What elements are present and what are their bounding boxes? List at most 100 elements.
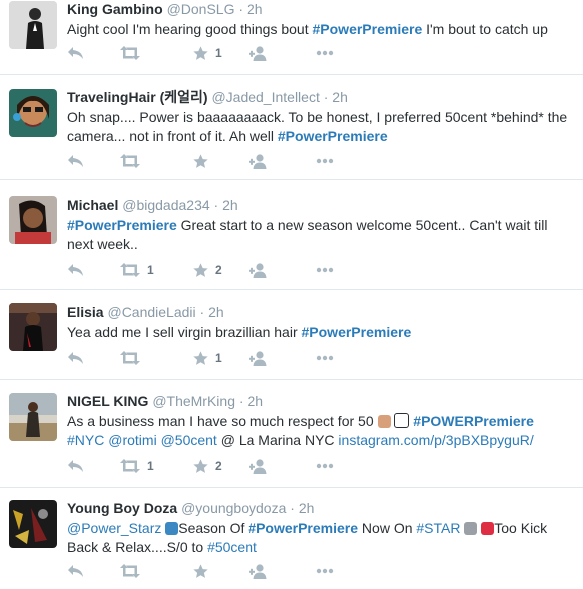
tweet-timestamp[interactable]: 2h [247,1,263,17]
avatar[interactable] [9,196,57,244]
tweet-header: Young Boy Doza @youngboydoza · 2h [67,499,575,517]
follow-button[interactable] [249,456,268,476]
retweet-button[interactable] [120,151,140,171]
user-fullname[interactable]: Young Boy Doza [67,500,177,516]
more-options-button[interactable] [316,456,334,476]
hashtag-link[interactable]: #PowerPremiere [313,21,423,37]
follow-button[interactable] [249,348,268,368]
reply-button[interactable] [67,348,84,368]
avatar-image [9,1,57,49]
tweet-text: Yea add me I sell virgin brazillian hair… [67,323,575,342]
tweet[interactable]: Michael @bigdada234 · 2h #PowerPremiere … [0,180,583,290]
tweet-text-segment: I'm bout to catch up [422,21,548,37]
tweet-text: #PowerPremiere Great start to a new seas… [67,216,575,254]
avatar-image [9,500,57,548]
favorite-button[interactable]: 2 [193,260,222,280]
more-options-button[interactable] [316,260,334,280]
follow-button[interactable] [249,561,268,581]
reply-button[interactable] [67,43,84,63]
avatar[interactable] [9,89,57,137]
tweet-timestamp[interactable]: 2h [222,197,238,213]
user-fullname[interactable]: TravelingHair (케얼리) [67,89,208,105]
more-options-button[interactable] [316,43,334,63]
tweet-timestamp[interactable]: 2h [208,304,224,320]
tweet[interactable]: Elisia @CandieLadii · 2h Yea add me I se… [0,290,583,380]
hashtag-link[interactable]: #PowerPremiere [278,128,388,144]
favorite-button[interactable] [193,151,208,171]
more-options-button[interactable] [316,348,334,368]
avatar[interactable] [9,393,57,441]
user-fullname[interactable]: King Gambino [67,1,163,17]
avatar[interactable] [9,303,57,351]
tweet[interactable]: NIGEL KING @TheMrKing · 2h As a business… [0,380,583,488]
emoji-icon [394,413,410,428]
user-handle[interactable]: @Jaded_Intellect [211,89,319,105]
tweet-header: TravelingHair (케얼리) @Jaded_Intellect · 2… [67,88,575,106]
more-dots-icon [316,267,334,273]
user-handle[interactable]: @CandieLadii [107,304,195,320]
tweet-timestamp[interactable]: 2h [332,89,348,105]
mention-link[interactable]: @50cent [161,432,217,448]
tweet[interactable]: King Gambino @DonSLG · 2h Aight cool I'm… [0,0,583,75]
reply-icon [67,459,84,473]
user-fullname[interactable]: NIGEL KING [67,393,148,409]
tweet[interactable]: TravelingHair (케얼리) @Jaded_Intellect · 2… [0,75,583,180]
user-fullname[interactable]: Elisia [67,304,104,320]
reply-icon [67,263,84,277]
hashtag-link[interactable]: #NYC [67,432,104,448]
user-handle[interactable]: @TheMrKing [152,393,235,409]
tweet[interactable]: Young Boy Doza @youngboydoza · 2h @Power… [0,488,583,589]
retweet-button[interactable] [120,348,140,368]
reply-icon [67,46,84,60]
hashtag-link[interactable]: #PowerPremiere [302,324,412,340]
emoji-icon [481,522,495,535]
follow-button[interactable] [249,43,268,63]
tweet-header: Michael @bigdada234 · 2h [67,196,575,214]
tweet-timestamp[interactable]: 2h [247,393,263,409]
avatar[interactable] [9,500,57,548]
follow-user-icon [249,458,268,474]
favorite-count: 1 [215,351,222,365]
favorite-star-icon [193,262,208,278]
user-fullname[interactable]: Michael [67,197,118,213]
favorite-button[interactable]: 1 [193,348,222,368]
retweet-button[interactable]: 1 [120,260,154,280]
user-handle[interactable]: @bigdada234 [122,197,209,213]
follow-user-icon [249,350,268,366]
follow-button[interactable] [249,151,268,171]
tweet-text-segment: As a business man I have so much respect… [67,413,378,429]
reply-button[interactable] [67,151,84,171]
tweet-text-segment: Now On [358,520,417,536]
hashtag-link[interactable]: #50cent [207,539,257,555]
reply-button[interactable] [67,561,84,581]
follow-button[interactable] [249,260,268,280]
user-handle[interactable]: @DonSLG [167,1,235,17]
hashtag-link[interactable]: #STAR [416,520,460,536]
favorite-button[interactable]: 2 [193,456,222,476]
url-link[interactable]: instagram.com/p/3pBXBpyguR/ [338,432,533,448]
retweet-button[interactable]: 1 [120,456,154,476]
hashtag-link[interactable]: #PowerPremiere [248,520,358,536]
reply-button[interactable] [67,260,84,280]
follow-user-icon [249,262,268,278]
reply-button[interactable] [67,456,84,476]
avatar[interactable] [9,1,57,49]
separator-dot: · [290,500,295,516]
hashtag-link[interactable]: #PowerPremiere [67,217,177,233]
follow-user-icon [249,45,268,61]
retweet-button[interactable] [120,43,140,63]
retweet-icon [120,263,140,277]
more-options-button[interactable] [316,151,334,171]
more-dots-icon [316,463,334,469]
more-options-button[interactable] [316,561,334,581]
retweet-icon [120,154,140,168]
retweet-button[interactable] [120,561,140,581]
mention-link[interactable]: @Power_Starz [67,520,161,536]
tweet-text: Aight cool I'm hearing good things bout … [67,20,575,39]
mention-link[interactable]: @rotimi [108,432,156,448]
tweet-timestamp[interactable]: 2h [299,500,315,516]
favorite-button[interactable] [193,561,208,581]
hashtag-link[interactable]: #POWERPremiere [413,413,534,429]
favorite-button[interactable]: 1 [193,43,222,63]
user-handle[interactable]: @youngboydoza [181,500,286,516]
